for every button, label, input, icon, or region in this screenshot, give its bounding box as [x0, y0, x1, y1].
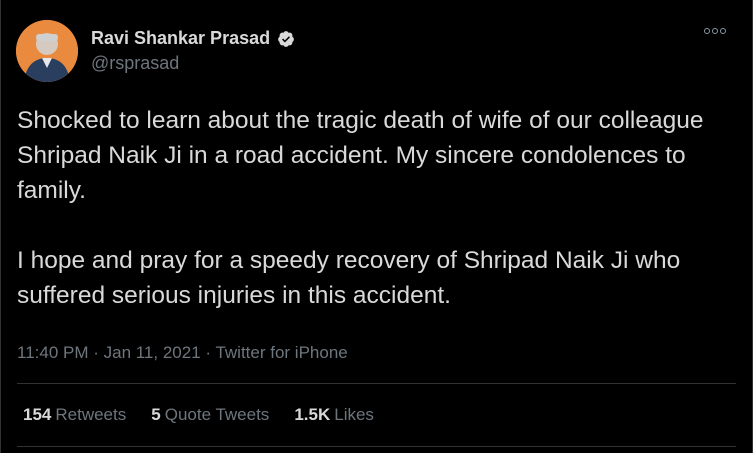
- avatar-image: [16, 20, 78, 82]
- likes-label: Likes: [334, 405, 374, 424]
- dot-icon: [704, 28, 710, 34]
- tweet-stats: 154 Retweets 5 Quote Tweets 1.5K Likes: [23, 405, 374, 425]
- retweets-stat[interactable]: 154 Retweets: [23, 405, 126, 425]
- more-options-icon[interactable]: [704, 28, 726, 34]
- divider: [17, 446, 736, 447]
- tweet-paragraph: Shocked to learn about the tragic death …: [17, 107, 704, 204]
- verified-badge-icon: [278, 30, 294, 47]
- tweet-paragraph: I hope and pray for a speedy recovery of…: [17, 247, 681, 309]
- avatar[interactable]: [16, 20, 78, 82]
- likes-count: 1.5K: [294, 405, 331, 424]
- divider: [17, 383, 736, 384]
- quotes-label: Quote Tweets: [164, 405, 270, 424]
- tweet-timestamp[interactable]: 11:40 PM · Jan 11, 2021 · Twitter for iP…: [17, 343, 348, 363]
- retweets-count: 154: [23, 405, 52, 424]
- quotes-count: 5: [151, 405, 161, 424]
- tweet-card: Ravi Shankar Prasad @rsprasad Shocked to…: [0, 0, 753, 453]
- dot-icon: [720, 28, 726, 34]
- author-name-row[interactable]: Ravi Shankar Prasad: [91, 28, 295, 49]
- author-handle[interactable]: @rsprasad: [91, 53, 179, 74]
- quote-tweets-stat[interactable]: 5 Quote Tweets: [151, 405, 269, 425]
- retweets-label: Retweets: [55, 405, 127, 424]
- likes-stat[interactable]: 1.5K Likes: [294, 405, 374, 425]
- tweet-text: Shocked to learn about the tragic death …: [17, 103, 737, 348]
- author-name[interactable]: Ravi Shankar Prasad: [91, 28, 270, 49]
- dot-icon: [712, 28, 718, 34]
